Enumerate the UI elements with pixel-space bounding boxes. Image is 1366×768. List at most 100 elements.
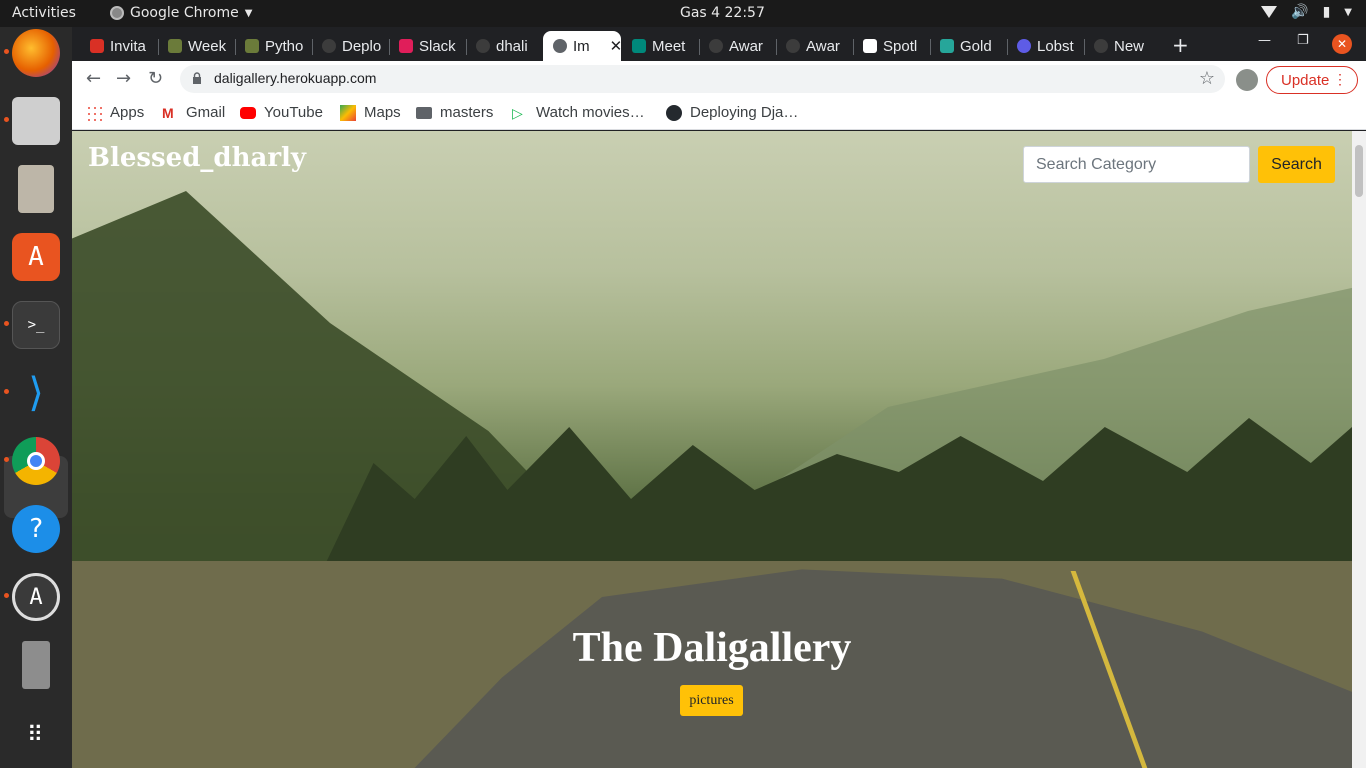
tab[interactable]: Awar <box>776 31 852 61</box>
globe-icon <box>709 39 723 53</box>
software-center-icon[interactable]: A <box>12 233 60 281</box>
tab[interactable]: Deplo <box>312 31 388 61</box>
app-menu-label: Google Chrome <box>130 5 239 21</box>
bookmark-maps[interactable]: Maps <box>340 104 401 121</box>
youtube-icon <box>240 106 256 119</box>
pictures-badge[interactable]: pictures <box>680 685 743 716</box>
globe-icon <box>1094 39 1108 53</box>
tab[interactable]: Meet <box>622 31 698 61</box>
usb-drive-icon[interactable] <box>22 641 50 689</box>
url-text: daligallery.herokuapp.com <box>214 70 377 86</box>
address-bar[interactable]: daligallery.herokuapp.com ☆ <box>180 65 1225 93</box>
tab-label: Deplo <box>342 37 382 55</box>
web-page: Blessed_dharly Search The Daligallery pi… <box>72 131 1352 768</box>
github-icon <box>666 104 682 121</box>
terminal-icon[interactable]: >_ <box>12 301 60 349</box>
tab[interactable]: Invita <box>80 31 156 61</box>
search-button[interactable]: Search <box>1258 146 1335 183</box>
tab[interactable]: Gold <box>930 31 1006 61</box>
reload-button[interactable]: ↻ <box>148 68 163 89</box>
system-tray[interactable]: 🔊 ▮ ▼ <box>1261 4 1352 20</box>
back-button[interactable]: ← <box>86 68 101 89</box>
meet-icon <box>632 39 646 53</box>
archive-icon[interactable] <box>18 165 54 213</box>
running-indicator <box>4 457 9 462</box>
running-indicator <box>4 321 9 326</box>
bookmark-label: Maps <box>364 104 401 121</box>
files-icon[interactable] <box>12 97 60 145</box>
tab-label: Awar <box>729 37 763 55</box>
gmail-icon: M <box>162 104 174 121</box>
chrome-window: Invita Week Pytho Deplo Slack dhali Im ✕ … <box>72 27 1366 768</box>
bookmarks-bar: Apps M Gmail YouTube Maps masters ▷ Watch … <box>72 97 1366 130</box>
tab-label: Pytho <box>265 37 304 55</box>
tab-active[interactable]: Im ✕ <box>543 31 621 61</box>
volume-icon: 🔊 <box>1291 4 1309 20</box>
apps-grid-icon[interactable]: ⠿ <box>12 711 60 759</box>
tab-label: Lobst <box>1037 37 1074 55</box>
profile-avatar[interactable] <box>1236 69 1258 91</box>
bookmark-star-icon[interactable]: ☆ <box>1199 68 1215 89</box>
wifi-icon <box>1261 6 1278 18</box>
vscode-icon[interactable]: ⟩ <box>12 369 60 417</box>
bookmark-apps[interactable]: Apps <box>86 104 144 121</box>
close-icon[interactable]: ✕ <box>610 37 621 55</box>
bookmark-label: Deploying Dja… <box>690 104 799 121</box>
activities-button[interactable]: Activities <box>12 5 76 21</box>
new-tab-button[interactable]: + <box>1172 33 1189 57</box>
tab[interactable]: Spotl <box>853 31 929 61</box>
maps-icon <box>340 104 356 121</box>
update-button[interactable]: Update ⋮ <box>1266 66 1358 94</box>
page-scrollbar[interactable] <box>1352 131 1366 768</box>
bookmark-deploying-django[interactable]: Deploying Dja… <box>666 104 798 121</box>
tab-label: Spotl <box>883 37 918 55</box>
firefox-icon[interactable] <box>12 29 60 77</box>
folder-icon <box>416 106 432 119</box>
running-indicator <box>4 389 9 394</box>
clock[interactable]: Gas 4 22:57 <box>680 5 765 21</box>
tab[interactable]: New <box>1084 31 1160 61</box>
search-category-input[interactable] <box>1023 146 1250 183</box>
hero-title: The Daligallery <box>572 625 852 671</box>
tab-label: New <box>1114 37 1145 55</box>
scrollbar-thumb[interactable] <box>1355 145 1363 197</box>
kebab-menu-icon[interactable]: ⋮ <box>1333 71 1347 88</box>
tab[interactable]: dhali <box>466 31 542 61</box>
github-icon <box>476 39 490 53</box>
apps-grid-icon <box>86 104 102 121</box>
updater-icon[interactable]: A <box>12 573 60 621</box>
tab-label: Awar <box>806 37 840 55</box>
running-indicator <box>4 117 9 122</box>
forward-button[interactable]: → <box>116 68 131 89</box>
tab-label: Meet <box>652 37 686 55</box>
battery-icon: ▮ <box>1322 4 1331 20</box>
tab[interactable]: Pytho <box>235 31 311 61</box>
bookmark-youtube[interactable]: YouTube <box>240 104 323 121</box>
tab[interactable]: Week <box>158 31 234 61</box>
gmail-icon <box>90 39 104 53</box>
tab-label: Invita <box>110 37 146 55</box>
tab[interactable]: Lobst <box>1007 31 1083 61</box>
bookmark-label: Gmail <box>186 104 226 121</box>
tab[interactable]: Awar <box>699 31 775 61</box>
app-menu[interactable]: Google Chrome ▼ <box>110 5 252 21</box>
bookmark-label: YouTube <box>264 104 323 121</box>
site-brand[interactable]: Blessed_dharly <box>88 143 306 173</box>
minimize-button[interactable]: — <box>1258 33 1271 48</box>
maximize-button[interactable]: ❐ <box>1297 33 1309 48</box>
bookmark-folder-masters[interactable]: masters <box>416 104 493 121</box>
tab-label: Im <box>573 37 590 55</box>
help-icon[interactable]: ? <box>12 505 60 553</box>
tab[interactable]: Slack <box>389 31 465 61</box>
tab-label: Slack <box>419 37 456 55</box>
plant-icon <box>168 39 182 53</box>
slack-icon <box>399 39 413 53</box>
bookmark-gmail[interactable]: M Gmail <box>162 104 225 121</box>
tab-label: Week <box>188 37 227 55</box>
bookmark-label: masters <box>440 104 494 121</box>
bookmark-watch-movies[interactable]: ▷ Watch movies… <box>512 104 645 121</box>
bookmark-label: Apps <box>110 104 145 121</box>
close-window-button[interactable]: ✕ <box>1332 34 1352 54</box>
chrome-icon[interactable] <box>12 437 60 485</box>
app-icon <box>1017 39 1031 53</box>
